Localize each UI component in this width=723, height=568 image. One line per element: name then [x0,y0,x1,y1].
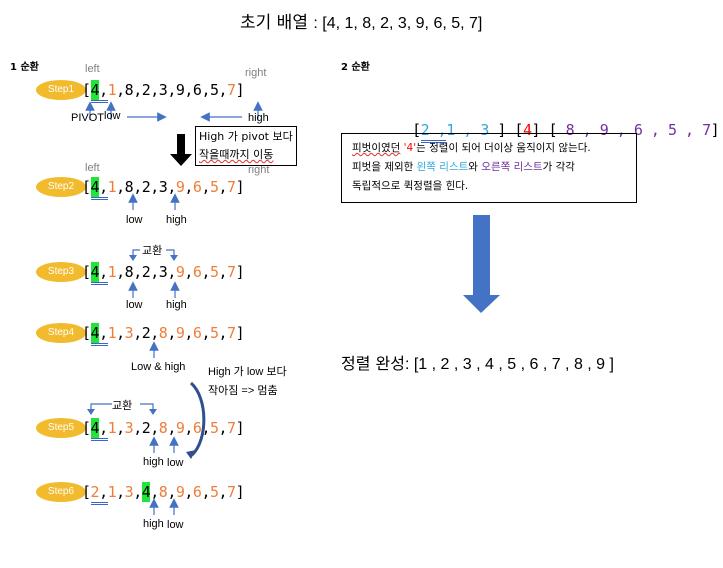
partition-element: 5 [668,121,677,139]
desc-pivot-word: 피벗이였던 [352,142,401,154]
desc-line2-end: 가 각각 [542,161,575,173]
result-array: : [1 , 2 , 3 , 4 , 5 , 6 , 7 , 8 , 9 ] [404,356,614,373]
swap-label-step5: 교환 [112,400,133,412]
down-arrow-black [170,134,192,166]
desc-right-list: 오른쪽 리스트 [481,161,543,173]
sorted-result: 정렬 완성: [1 , 2 , 3 , 4 , 5 , 6 , 7 , 8 , … [341,350,614,374]
note2-line2: 작아짐 => 멈춤 [208,385,278,397]
partition-element: 7 [702,121,711,139]
high-label-step1: high [248,112,269,124]
low-label-step3: low [126,299,143,311]
low-label-step2: low [126,214,143,226]
desc-left-list: 왼쪽 리스트 [416,161,469,173]
high-label-step6: high [143,518,164,530]
high-label-step3: high [166,299,187,311]
high-label-step2: high [166,214,187,226]
note1-line1: High 가 pivot 보다 [199,130,293,143]
low-high-label-step4: Low & high [131,361,186,373]
note-high-to-pivot: High 가 pivot 보다 작을때까지 이동 [195,126,297,166]
desc-line3: 독립적으로 퀵정렬을 힌다. [352,180,469,192]
desc-line2-start: 피벗을 제외한 [352,161,417,173]
note2-line1: High 가 low 보다 [208,366,287,378]
result-label: 정렬 완성 [341,354,405,373]
desc-line2-mid: 와 [468,161,482,173]
low-label-step6: low [167,519,184,531]
desc-line1-rest: 는 정렬이 되어 더이상 움직이지 않는다. [416,142,591,154]
partition-row: [2 ,1 , 3 ] [4] [ 8 , 9 , 6 , 5 , 7] [395,100,720,143]
low-label-step5: low [167,457,184,469]
bracket: ] [710,121,720,139]
low-label-step1: low [104,110,121,122]
desc-line1: 피벗이였던 '4'는 정렬이 되어 더이상 움직이지 않는다. [352,139,626,158]
swap-label-step3: 교환 [142,245,163,257]
curved-arrow [186,381,206,459]
arrows-layer [85,101,500,515]
description-box: 피벗이였던 '4'는 정렬이 되어 더이상 움직이지 않는다. 피벗을 제외한 … [341,133,637,203]
note1-line2: 작을때까지 이동 [199,148,274,161]
desc-line2: 피벗을 제외한 왼쪽 리스트와 오른쪽 리스트가 각각 [352,158,626,177]
pivot-label: PIVOT [71,112,105,124]
high-label-step5: high [143,456,164,468]
down-arrow-blue [463,215,500,313]
desc-pivot-value: '4' [403,142,417,154]
note-high-below-low: High 가 low 보다 작아짐 => 멈춤 [208,363,287,401]
